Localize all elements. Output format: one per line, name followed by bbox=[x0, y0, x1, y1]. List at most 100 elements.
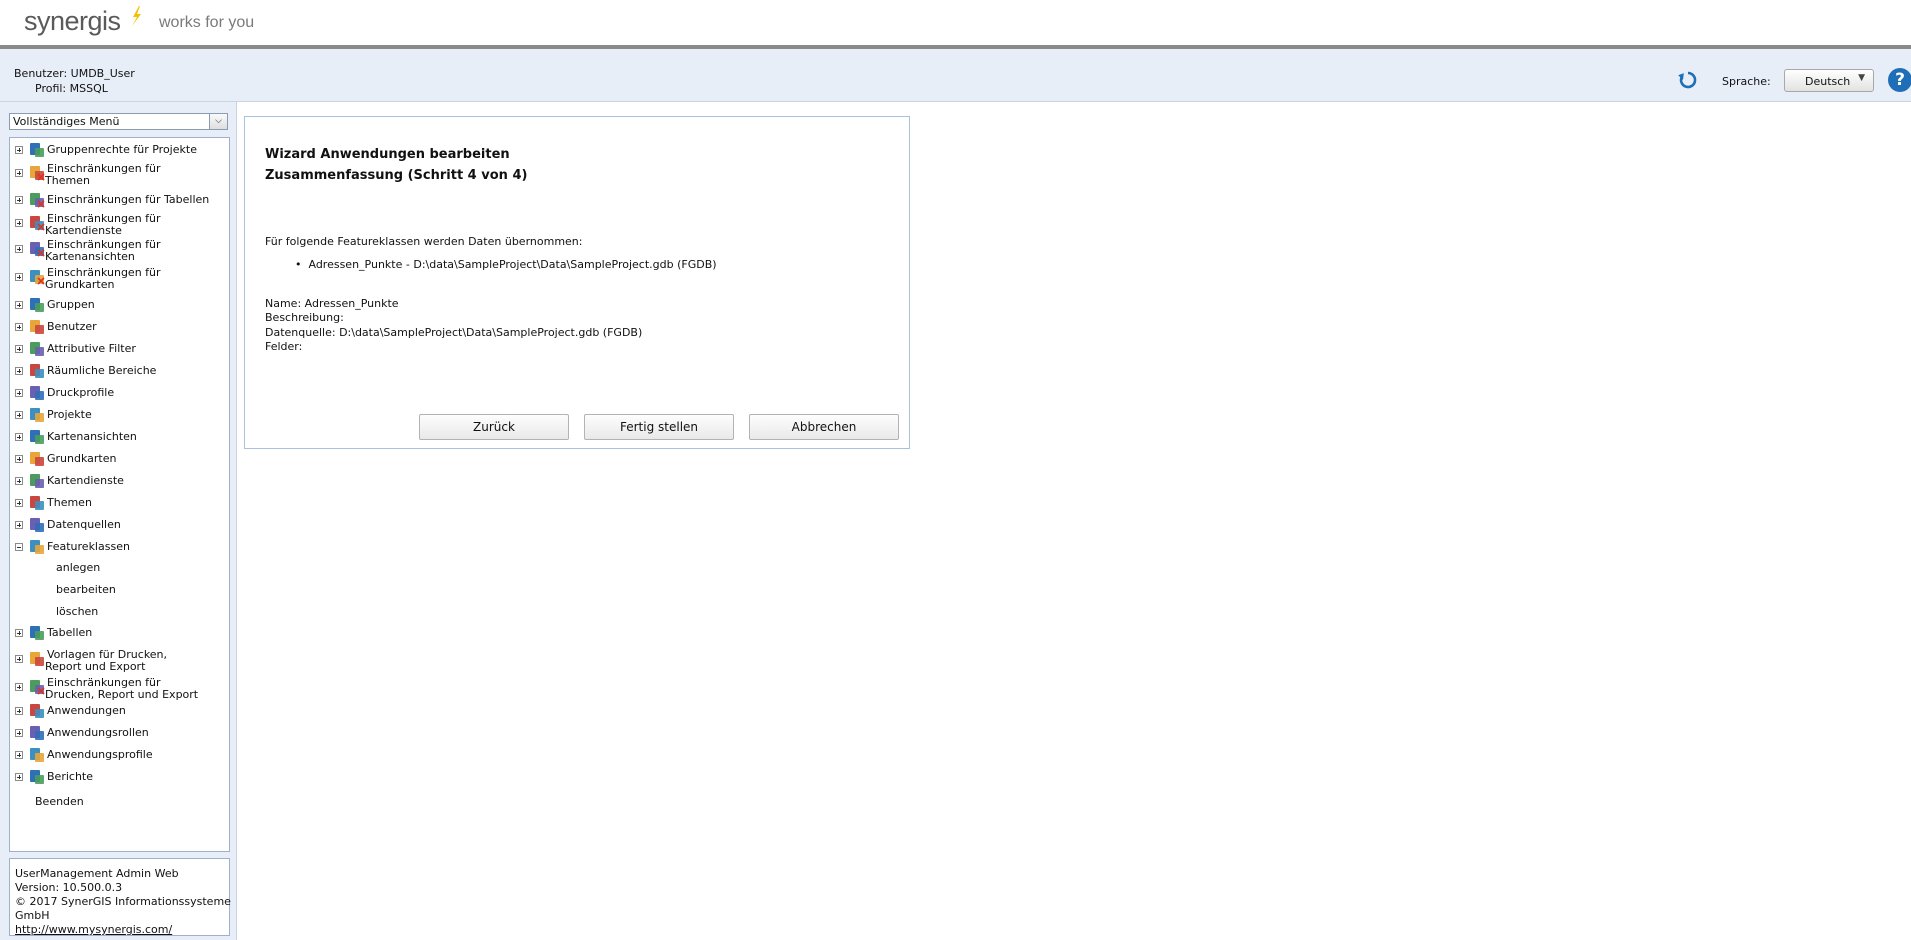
expand-icon[interactable] bbox=[15, 499, 23, 507]
bullet-icon: • bbox=[295, 258, 309, 271]
basemap-icon bbox=[30, 452, 44, 466]
tree-item-20[interactable]: Vorlagen für Drucken, Report und Export bbox=[10, 647, 229, 673]
tree-item-label-line2: Kartenansichten bbox=[45, 250, 135, 263]
table-icon bbox=[30, 626, 44, 640]
filter-icon bbox=[30, 342, 44, 356]
summary-intro: Für folgende Featureklassen werden Daten… bbox=[265, 235, 583, 248]
tree-item-21[interactable]: Einschränkungen für Drucken, Report und E… bbox=[10, 675, 229, 701]
tree-item-6[interactable]: Einschränkungen für Grundkarten bbox=[10, 265, 229, 291]
expand-icon[interactable] bbox=[15, 245, 23, 253]
expand-icon[interactable] bbox=[15, 345, 23, 353]
tree-item-label: Berichte bbox=[47, 770, 93, 783]
expand-icon[interactable] bbox=[15, 629, 23, 637]
help-icon[interactable]: ? bbox=[1888, 68, 1911, 92]
restriction-basemaps-icon bbox=[30, 270, 45, 285]
tree-item-9[interactable]: Attributive Filter bbox=[10, 341, 229, 357]
expand-icon[interactable] bbox=[15, 773, 23, 781]
database-icon bbox=[30, 518, 44, 532]
tree-item-label: Themen bbox=[47, 496, 92, 509]
expand-icon[interactable] bbox=[15, 389, 23, 397]
featureclass-child-2[interactable]: bearbeiten bbox=[56, 583, 116, 596]
copyright-line-2: GmbH bbox=[15, 909, 50, 922]
tree-item-18[interactable]: Featureklassen bbox=[10, 539, 229, 555]
exit-link[interactable]: Beenden bbox=[35, 795, 84, 808]
expand-icon[interactable] bbox=[15, 219, 23, 227]
back-button[interactable]: Zurück bbox=[419, 414, 569, 440]
tree-item-3[interactable]: Einschränkungen für Tabellen bbox=[10, 192, 229, 208]
tree-item-label-line2: Kartendienste bbox=[45, 224, 122, 237]
tree-item-label: Gruppenrechte für Projekte bbox=[47, 143, 197, 156]
tree-item-2[interactable]: Einschränkungen für Themen bbox=[10, 161, 229, 187]
refresh-icon[interactable] bbox=[1677, 69, 1699, 91]
language-select[interactable]: Deutsch ▼ bbox=[1784, 69, 1874, 92]
tree-item-19[interactable]: Tabellen bbox=[10, 625, 229, 641]
tree-item-8[interactable]: Benutzer bbox=[10, 319, 229, 335]
synergis-logo-text: synergis bbox=[24, 6, 121, 36]
expand-icon[interactable] bbox=[15, 655, 23, 663]
printer-icon bbox=[30, 386, 44, 400]
tree-item-label: Datenquellen bbox=[47, 518, 121, 531]
expand-icon[interactable] bbox=[15, 196, 23, 204]
tree-item-15[interactable]: Kartendienste bbox=[10, 473, 229, 489]
tree-item-13[interactable]: Kartenansichten bbox=[10, 429, 229, 445]
tree-item-label: Projekte bbox=[47, 408, 92, 421]
expand-icon[interactable] bbox=[15, 433, 23, 441]
cancel-button[interactable]: Abbrechen bbox=[749, 414, 899, 440]
tree-item-label: Benutzer bbox=[47, 320, 97, 333]
collapse-icon[interactable] bbox=[15, 543, 23, 551]
language-value: Deutsch bbox=[1805, 75, 1851, 88]
tree-item-24[interactable]: Anwendungsprofile bbox=[10, 747, 229, 763]
tree-item-14[interactable]: Grundkarten bbox=[10, 451, 229, 467]
tree-item-16[interactable]: Themen bbox=[10, 495, 229, 511]
expand-icon[interactable] bbox=[15, 707, 23, 715]
expand-icon[interactable] bbox=[15, 683, 23, 691]
tree-item-label: Anwendungsrollen bbox=[47, 726, 149, 739]
tree-item-1[interactable]: Gruppenrechte für Projekte bbox=[10, 142, 229, 158]
mapservice-icon bbox=[30, 474, 44, 488]
tree-item-22[interactable]: Anwendungen bbox=[10, 703, 229, 719]
expand-icon[interactable] bbox=[15, 146, 23, 154]
menu-select[interactable]: Vollständiges Menü ⌵ bbox=[9, 113, 228, 130]
website-link[interactable]: http://www.mysynergis.com/ bbox=[15, 923, 172, 936]
profile-label: Profil: bbox=[35, 82, 67, 95]
expand-icon[interactable] bbox=[15, 477, 23, 485]
featureclass-child-1[interactable]: anlegen bbox=[56, 561, 100, 574]
tree-item-23[interactable]: Anwendungsrollen bbox=[10, 725, 229, 741]
profile-info: Profil: MSSQL bbox=[35, 82, 108, 95]
themes-icon bbox=[30, 496, 44, 510]
tree-item-11[interactable]: Druckprofile bbox=[10, 385, 229, 401]
featureclass-child-3[interactable]: löschen bbox=[56, 605, 98, 618]
expand-icon[interactable] bbox=[15, 367, 23, 375]
tree-item-label-line2: Themen bbox=[45, 174, 90, 187]
expand-icon[interactable] bbox=[15, 455, 23, 463]
expand-icon[interactable] bbox=[15, 169, 23, 177]
expand-icon[interactable] bbox=[15, 273, 23, 281]
mapview-icon bbox=[30, 430, 44, 444]
tree-item-label: Tabellen bbox=[47, 626, 93, 639]
tree-item-17[interactable]: Datenquellen bbox=[10, 517, 229, 533]
tree-item-4[interactable]: Einschränkungen für Kartendienste bbox=[10, 211, 229, 237]
tree-item-12[interactable]: Projekte bbox=[10, 407, 229, 423]
tree-item-7[interactable]: Gruppen bbox=[10, 297, 229, 313]
expand-icon[interactable] bbox=[15, 301, 23, 309]
tree-item-label: Einschränkungen für Tabellen bbox=[47, 193, 210, 206]
tree-item-label: Anwendungen bbox=[47, 704, 126, 717]
expand-icon[interactable] bbox=[15, 729, 23, 737]
copyright-line-1: © 2017 SynerGIS Informationssysteme bbox=[15, 895, 231, 908]
project-icon bbox=[30, 408, 44, 422]
menu-select-value: Vollständiges Menü bbox=[13, 115, 120, 128]
tree-item-label: Kartendienste bbox=[47, 474, 124, 487]
finish-button[interactable]: Fertig stellen bbox=[584, 414, 734, 440]
user-icon bbox=[30, 320, 44, 334]
language-label: Sprache: bbox=[1722, 75, 1771, 88]
expand-icon[interactable] bbox=[15, 751, 23, 759]
tree-item-10[interactable]: Räumliche Bereiche bbox=[10, 363, 229, 379]
expand-icon[interactable] bbox=[15, 323, 23, 331]
tree-item-5[interactable]: Einschränkungen für Kartenansichten bbox=[10, 237, 229, 263]
application-icon bbox=[30, 704, 44, 718]
wizard-step-title: Zusammenfassung (Schritt 4 von 4) bbox=[265, 168, 528, 183]
expand-icon[interactable] bbox=[15, 411, 23, 419]
tree-item-25[interactable]: Berichte bbox=[10, 769, 229, 785]
expand-icon[interactable] bbox=[15, 521, 23, 529]
chevron-down-icon[interactable]: ⌵ bbox=[209, 114, 227, 129]
